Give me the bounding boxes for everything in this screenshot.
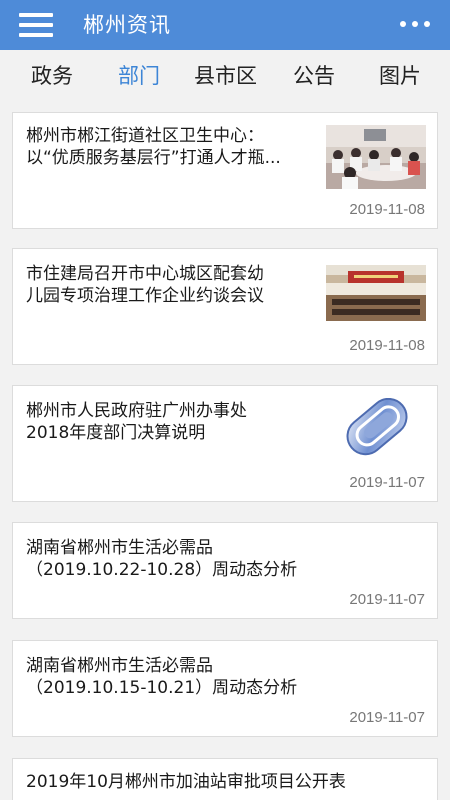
news-thumbnail: [326, 125, 426, 189]
attachment-icon: [326, 398, 426, 462]
news-title: 郴州市郴江街道社区卫生中心： 以“优质服务基层行”打通人才瓶...: [26, 126, 281, 168]
tab-tupian[interactable]: 图片: [379, 50, 421, 103]
app-header: 郴州资讯: [0, 0, 450, 50]
news-date: 2019-11-07: [349, 591, 425, 608]
news-card[interactable]: 郴州市郴江街道社区卫生中心： 以“优质服务基层行”打通人才瓶... 2019-1…: [12, 112, 438, 229]
tab-zhengwu[interactable]: 政务: [31, 50, 73, 103]
news-card[interactable]: 湖南省郴州市生活必需品 （2019.10.22-10.28）周动态分析 2019…: [12, 522, 438, 619]
news-date: 2019-11-07: [349, 709, 425, 726]
tab-gonggao[interactable]: 公告: [293, 50, 335, 103]
news-title: 湖南省郴州市生活必需品 （2019.10.15-10.21）周动态分析: [26, 656, 298, 698]
news-card[interactable]: 市住建局召开市中心城区配套幼 儿园专项治理工作企业约谈会议 2019-11-08: [12, 248, 438, 365]
page-title: 郴州资讯: [83, 13, 171, 37]
menu-icon[interactable]: [16, 9, 56, 41]
news-date: 2019-11-07: [349, 474, 425, 491]
tab-xianshiqu[interactable]: 县市区: [194, 50, 257, 103]
news-card[interactable]: 湖南省郴州市生活必需品 （2019.10.15-10.21）周动态分析 2019…: [12, 640, 438, 737]
news-title: 2019年10月郴州市加油站审批项目公开表: [26, 772, 346, 792]
news-title: 市住建局召开市中心城区配套幼 儿园专项治理工作企业约谈会议: [26, 264, 264, 306]
news-thumbnail: [326, 265, 426, 329]
category-tabs: 政务 部门 县市区 公告 图片: [0, 50, 450, 103]
news-date: 2019-11-08: [349, 337, 425, 354]
tab-bumen[interactable]: 部门: [118, 50, 160, 103]
news-title: 郴州市人民政府驻广州办事处 2018年度部门决算说明: [26, 401, 247, 443]
news-card[interactable]: 郴州市人民政府驻广州办事处 2018年度部门决算说明 2019-11-07: [12, 385, 438, 502]
news-title: 湖南省郴州市生活必需品 （2019.10.22-10.28）周动态分析: [26, 538, 298, 580]
more-options-icon[interactable]: [398, 11, 432, 37]
news-card[interactable]: 2019年10月郴州市加油站审批项目公开表: [12, 758, 438, 800]
news-date: 2019-11-08: [349, 201, 425, 218]
